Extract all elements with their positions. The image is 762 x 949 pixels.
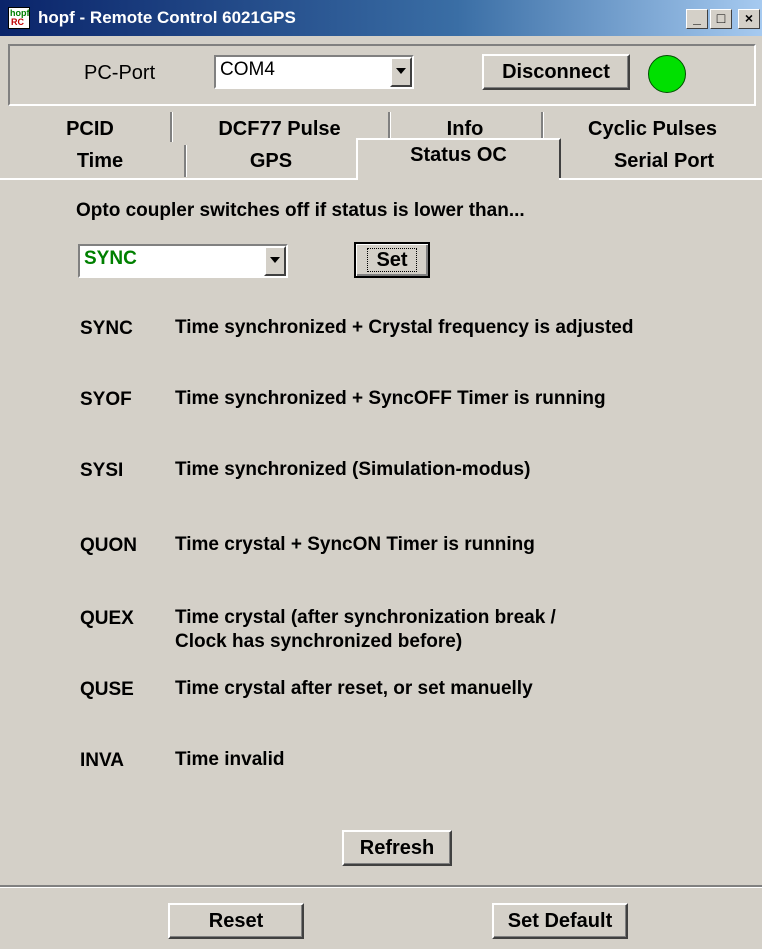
tab-serial-port[interactable]: Serial Port bbox=[566, 148, 762, 174]
maximize-icon: □ bbox=[716, 10, 726, 26]
maximize-button[interactable]: □ bbox=[710, 9, 732, 29]
reset-button[interactable]: Reset bbox=[168, 903, 304, 939]
status-description: Time synchronized + SyncOFF Timer is run… bbox=[175, 388, 606, 409]
status-code: SYSI bbox=[80, 460, 124, 481]
status-description-line2: Clock has synchronized before) bbox=[175, 631, 463, 652]
chevron-down-icon[interactable] bbox=[390, 57, 412, 87]
status-select-value: SYNC bbox=[84, 248, 137, 269]
status-code: SYNC bbox=[80, 318, 133, 339]
tab-status-oc[interactable]: Status OC bbox=[356, 142, 561, 168]
window-title: hopf - Remote Control 6021GPS bbox=[38, 8, 296, 27]
active-tab-join bbox=[358, 177, 559, 181]
minimize-button[interactable]: _ bbox=[686, 9, 708, 29]
pc-port-value: COM4 bbox=[220, 59, 275, 80]
chevron-down-icon[interactable] bbox=[264, 246, 286, 276]
app-icon-text-bottom: RC bbox=[11, 17, 24, 27]
close-icon: × bbox=[744, 10, 754, 26]
app-icon[interactable]: hopf RC bbox=[8, 7, 30, 29]
disconnect-button[interactable]: Disconnect bbox=[482, 54, 630, 90]
pc-port-label: PC-Port bbox=[84, 62, 156, 84]
status-description: Time crystal (after synchronization brea… bbox=[175, 607, 556, 628]
intro-text: Opto coupler switches off if status is l… bbox=[76, 200, 525, 221]
tab-pcid[interactable]: PCID bbox=[40, 116, 140, 142]
set-button-label: Set bbox=[367, 248, 417, 272]
status-code: QUEX bbox=[80, 608, 134, 629]
set-default-button[interactable]: Set Default bbox=[492, 903, 628, 939]
pc-port-select[interactable]: COM4 bbox=[214, 55, 414, 89]
footer-divider bbox=[0, 885, 762, 888]
status-description: Time crystal + SyncON Timer is running bbox=[175, 534, 535, 555]
connection-status-led bbox=[648, 55, 686, 93]
minimize-icon: _ bbox=[693, 10, 701, 26]
status-description: Time crystal after reset, or set manuell… bbox=[175, 678, 533, 699]
refresh-button[interactable]: Refresh bbox=[342, 830, 452, 866]
status-description: Time synchronized + Crystal frequency is… bbox=[175, 317, 634, 338]
status-code: QUON bbox=[80, 535, 137, 556]
status-select[interactable]: SYNC bbox=[78, 244, 288, 278]
status-code: SYOF bbox=[80, 389, 132, 410]
status-description: Time invalid bbox=[175, 749, 285, 770]
title-bar[interactable]: hopf RC hopf - Remote Control 6021GPS _ … bbox=[0, 0, 762, 36]
tab-cyclic-pulses[interactable]: Cyclic Pulses bbox=[543, 116, 762, 142]
tab-gps[interactable]: GPS bbox=[186, 148, 356, 174]
status-code: QUSE bbox=[80, 679, 134, 700]
status-description: Time synchronized (Simulation-modus) bbox=[175, 459, 531, 480]
tab-dcf77-pulse[interactable]: DCF77 Pulse bbox=[172, 116, 387, 142]
tab-time[interactable]: Time bbox=[30, 148, 170, 174]
status-code: INVA bbox=[80, 750, 124, 771]
app-window: hopf RC hopf - Remote Control 6021GPS _ … bbox=[0, 0, 762, 949]
set-button[interactable]: Set bbox=[354, 242, 430, 278]
close-button[interactable]: × bbox=[738, 9, 760, 29]
